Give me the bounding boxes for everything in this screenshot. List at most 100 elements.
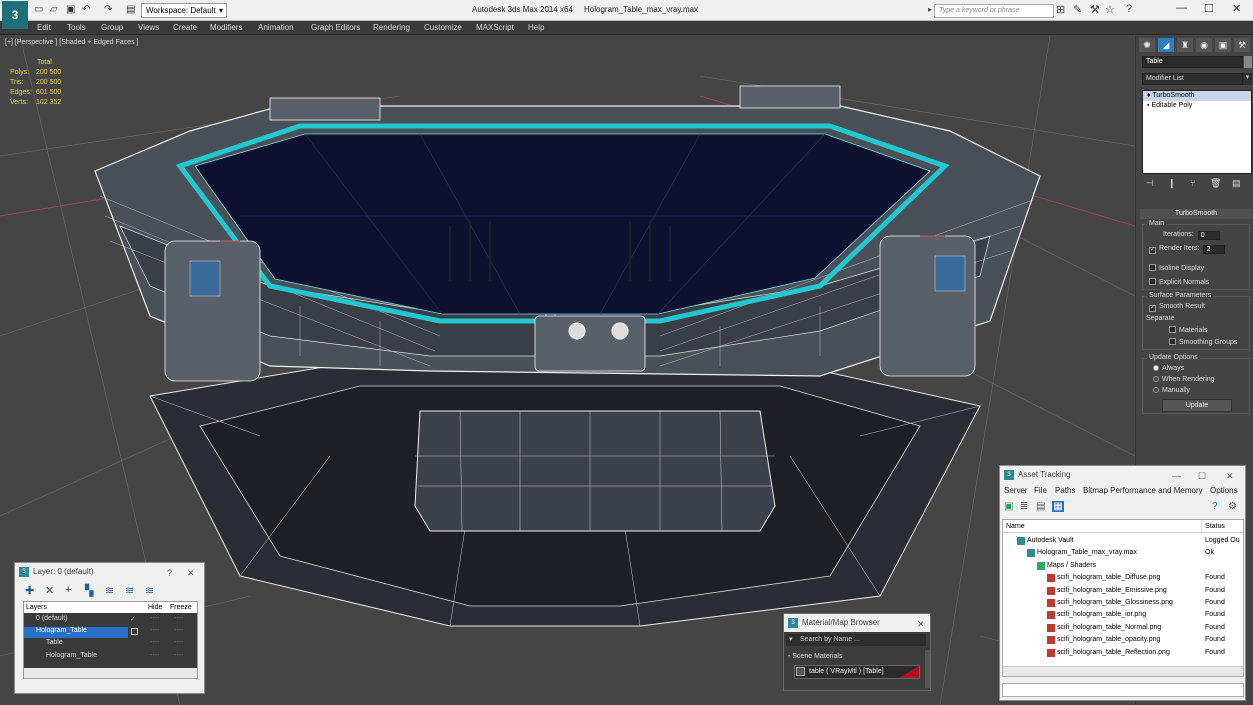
binoculars-icon[interactable]: ⊞ (1056, 3, 1065, 16)
menu-views[interactable]: Views (138, 23, 159, 32)
open-file-icon[interactable]: ▱ (50, 4, 58, 15)
app-logo-icon[interactable]: 3 (2, 1, 28, 29)
col-status[interactable]: Status (1201, 520, 1225, 533)
new-layer-icon[interactable]: ✚ (25, 584, 34, 597)
add-to-layer-icon[interactable]: + (65, 584, 71, 596)
hide-toggle[interactable]: ---- (150, 652, 159, 659)
menu-maxscript[interactable]: MAXScript (476, 23, 514, 32)
freeze-toggle[interactable]: ---- (174, 652, 183, 659)
close-icon[interactable]: ✕ (187, 564, 195, 582)
minimize-icon[interactable]: — (1172, 467, 1181, 485)
horizontal-scrollbar[interactable] (1003, 666, 1243, 676)
col-layers[interactable]: Layers (26, 602, 47, 613)
help-icon[interactable]: ? (1212, 501, 1218, 512)
smoothing-groups-row[interactable]: Smoothing Groups (1169, 338, 1237, 346)
smooth-result-row[interactable]: ✓ Smooth Result (1149, 303, 1205, 312)
close-icon[interactable]: ✕ (1232, 2, 1241, 15)
col-freeze[interactable]: Freeze (170, 602, 192, 613)
manually-radio[interactable] (1153, 387, 1159, 393)
delete-layer-icon[interactable]: ✕ (45, 584, 54, 597)
asset-row[interactable]: Autodesk Vault Logged Ou (1003, 535, 1243, 547)
project-folder-icon[interactable]: ▤ (126, 4, 135, 15)
freeze-all-icon[interactable]: ≋ (145, 584, 154, 597)
materials-row[interactable]: Materials (1169, 326, 1207, 334)
options-arrow-icon[interactable]: ▾ (789, 635, 793, 643)
maximize-icon[interactable]: ☐ (1204, 2, 1214, 15)
smooth-result-checkbox[interactable]: ✓ (1149, 305, 1156, 312)
menu-server[interactable]: Server (1004, 486, 1028, 495)
freeze-toggle[interactable]: ---- (174, 615, 183, 622)
highlight-layer-icon[interactable]: ≋ (105, 584, 114, 597)
menu-customize[interactable]: Customize (424, 23, 462, 32)
material-browser-titlebar[interactable]: 3 Material/Map Browser ✕ (784, 614, 930, 632)
freeze-toggle[interactable]: ---- (174, 639, 183, 646)
stack-item-editable-poly[interactable]: ▪ Editable Poly (1143, 101, 1251, 111)
asset-row[interactable]: Hologram_Table_max_vray.max Ok (1003, 547, 1243, 559)
scene-materials-section[interactable]: - Scene Materials (788, 653, 842, 660)
modifier-list-dropdown[interactable]: Modifier List (1142, 73, 1243, 85)
chevron-down-icon[interactable]: ▾ (1243, 73, 1252, 85)
display-icon[interactable]: ▣ (1215, 38, 1231, 52)
viewport-label[interactable]: [+] [Perspective ] [Shaded + Edged Faces… (5, 39, 138, 46)
layer-row[interactable]: Hologram_Table (24, 627, 128, 638)
close-icon[interactable]: ✕ (1226, 467, 1234, 485)
freeze-toggle[interactable]: ---- (174, 627, 183, 634)
render-iters-spinner[interactable]: 2 (1203, 245, 1226, 254)
manually-row[interactable]: Manually (1153, 387, 1190, 394)
maximize-icon[interactable]: ☐ (1198, 467, 1206, 485)
help-icon[interactable]: ? (1126, 3, 1132, 15)
asset-row[interactable]: scifi_hologram_table_Glossiness.png Found (1003, 597, 1243, 609)
asset-row[interactable]: scifi_hologram_table_opacity.png Found (1003, 634, 1243, 646)
make-unique-icon[interactable]: ⑂ (1190, 178, 1195, 188)
asset-row[interactable]: Maps / Shaders (1003, 560, 1243, 572)
layer-row[interactable]: Table ---- ---- (24, 639, 197, 650)
table-view-icon[interactable]: ▤ (1036, 501, 1045, 512)
grid-view-icon[interactable]: ▦ (1052, 501, 1064, 512)
search-input[interactable]: Type a keyword or phrase (934, 4, 1054, 18)
hide-toggle[interactable]: ---- (150, 639, 159, 646)
menu-paths[interactable]: Paths (1055, 486, 1075, 495)
chevron-right-icon[interactable]: ▸ (928, 5, 932, 14)
horizontal-scrollbar[interactable] (24, 668, 197, 678)
minimize-icon[interactable]: — (1176, 2, 1187, 14)
remove-modifier-icon[interactable]: 🗑 (1210, 178, 1221, 189)
hierarchy-icon[interactable]: ♜ (1177, 38, 1193, 52)
menu-edit[interactable]: Edit (37, 23, 51, 32)
new-file-icon[interactable]: ▭ (34, 4, 43, 15)
explicit-normals-row[interactable]: Explicit Normals (1149, 278, 1209, 286)
communication-icon[interactable]: ⚒ (1090, 3, 1100, 16)
vertical-scrollbar[interactable] (925, 650, 930, 688)
configure-sets-icon[interactable]: ▤ (1232, 178, 1241, 189)
asset-row[interactable]: scifi_hologram_table_Diffuse.png Found (1003, 572, 1243, 584)
asset-row[interactable]: scifi_hologram_table_ior.png Found (1003, 609, 1243, 621)
always-radio[interactable] (1153, 365, 1159, 371)
asset-row[interactable]: scifi_hologram_table_Normal.png Found (1003, 622, 1243, 634)
turbosmooth-rollout-title[interactable]: TurboSmooth (1140, 209, 1252, 219)
menu-animation[interactable]: Animation (258, 23, 294, 32)
stack-item-turbosmooth[interactable]: ♦ TurboSmooth (1143, 91, 1251, 101)
isoline-checkbox[interactable] (1149, 264, 1156, 271)
object-color-swatch[interactable] (1244, 56, 1252, 68)
menu-modifiers[interactable]: Modifiers (210, 23, 242, 32)
layer-row[interactable]: 0 (default) ✓ ---- ---- (24, 615, 197, 626)
layer-row[interactable]: Hologram_Table ---- ---- (24, 652, 197, 663)
menu-tools[interactable]: Tools (67, 23, 86, 32)
modify-icon[interactable]: ◢ (1158, 38, 1174, 52)
iterations-spinner[interactable]: 0 (1197, 231, 1220, 240)
subscription-icon[interactable]: ✎ (1073, 3, 1082, 16)
favorites-star-icon[interactable]: ☆ (1105, 3, 1115, 16)
select-objects-icon[interactable]: ▚ (85, 584, 93, 597)
list-view-icon[interactable]: ≣ (1020, 501, 1028, 512)
col-name[interactable]: Name (1006, 520, 1025, 533)
hide-toggle[interactable]: ---- (150, 627, 159, 634)
close-icon[interactable]: ✕ (917, 615, 925, 633)
material-search-input[interactable]: Search by Name ... (786, 634, 926, 646)
asset-path-field[interactable] (1002, 683, 1244, 697)
menu-rendering[interactable]: Rendering (373, 23, 410, 32)
redo-icon[interactable]: ↷ (104, 4, 112, 15)
always-row[interactable]: Always (1153, 365, 1184, 372)
undo-icon[interactable]: ↶ (82, 4, 90, 15)
current-layer-box[interactable] (131, 628, 138, 635)
col-hide[interactable]: Hide (148, 602, 162, 613)
menu-create[interactable]: Create (173, 23, 197, 32)
